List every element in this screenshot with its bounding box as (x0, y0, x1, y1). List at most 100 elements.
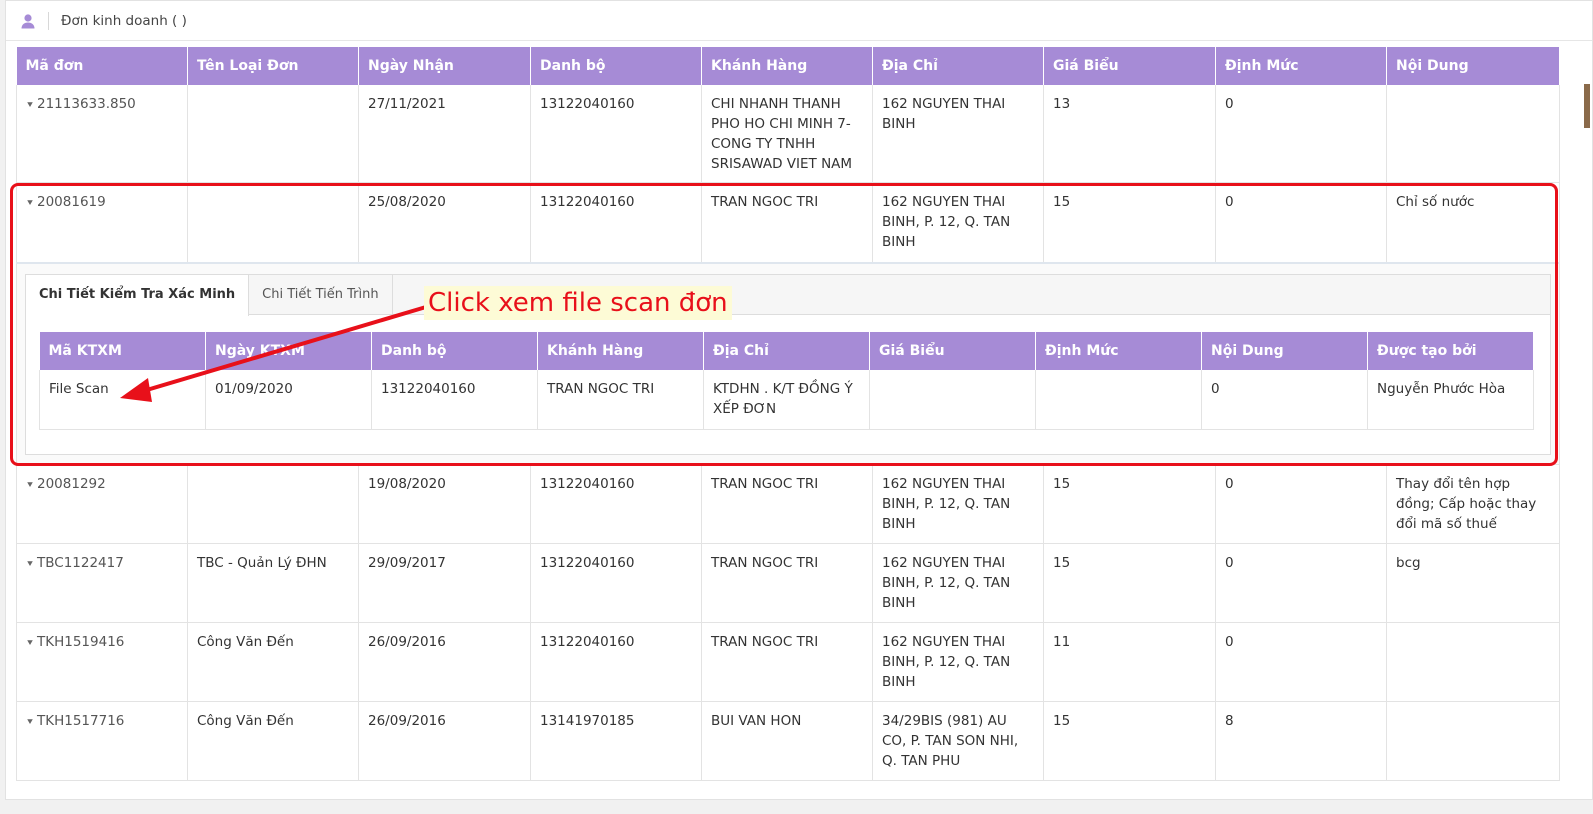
order-id[interactable]: TKH1517716 (37, 713, 124, 729)
cell: 13 (1043, 85, 1216, 183)
cell: 8 (1215, 701, 1387, 781)
col-header[interactable]: Định Mức (1035, 331, 1202, 370)
chevron-down-icon[interactable]: ⯆ (26, 480, 34, 491)
cell: 13122040160 (530, 464, 702, 544)
col-header[interactable]: Được tạo bởi (1367, 331, 1534, 370)
col-header[interactable]: Nội Dung (1386, 47, 1560, 85)
user-icon (20, 13, 36, 29)
cell: CHI NHANH THANH PHO HO CHI MINH 7- CONG … (701, 85, 873, 183)
header-divider (48, 11, 49, 30)
cell: Công Văn Đến (187, 701, 359, 781)
col-header[interactable]: Tên Loại Đơn (187, 47, 359, 85)
cell: 0 (1215, 464, 1387, 544)
cell: 13122040160 (530, 85, 702, 183)
cell (869, 369, 1036, 430)
cell: 162 NGUYEN THAI BINH, P. 12, Q. TAN BINH (872, 464, 1044, 544)
col-header[interactable]: Mã đơn (16, 47, 188, 85)
chevron-down-icon[interactable]: ⯆ (26, 198, 34, 209)
table-row: File Scan 01/09/2020 13122040160 TRAN NG… (39, 369, 1534, 430)
cell: 26/09/2016 (358, 622, 531, 702)
order-id[interactable]: 21113633.850 (37, 96, 136, 112)
order-id[interactable]: 20081619 (37, 194, 106, 210)
cell: 0 (1215, 622, 1387, 702)
cell: bcg (1386, 543, 1560, 623)
cell: 26/09/2016 (358, 701, 531, 781)
verification-header-row: Mã KTXM Ngày KTXM Danh bộ Khánh Hàng Địa… (39, 331, 1534, 370)
order-id-cell[interactable]: ⯆ TKH1519416 (16, 622, 188, 702)
cell: Chỉ số nước (1386, 182, 1560, 263)
table-row[interactable]: ⯆ TKH1517716 Công Văn Đến 26/09/2016 1314… (16, 701, 1560, 781)
order-id[interactable]: TBC1122417 (37, 555, 124, 571)
orders-header-row: Mã đơn Tên Loại Đơn Ngày Nhận Danh bộ Kh… (16, 47, 1560, 85)
cell: 0 (1215, 85, 1387, 183)
order-id-cell[interactable]: ⯆ 21113633.850 (16, 85, 188, 183)
file-scan-link[interactable]: File Scan (39, 369, 206, 430)
cell: KTDHN . K/T ĐỒNG Ý XẾP ĐƠN (703, 369, 870, 430)
order-id-cell[interactable]: ⯆ 20081292 (16, 464, 188, 544)
cell: 15 (1043, 543, 1216, 623)
detail-panel: Chi Tiết Kiểm Tra Xác Minh Chi Tiết Tiến… (25, 273, 1551, 455)
cell: 01/09/2020 (205, 369, 372, 430)
cell: 19/08/2020 (358, 464, 531, 544)
col-header[interactable]: Khánh Hàng (701, 47, 873, 85)
chevron-down-icon[interactable]: ⯆ (26, 559, 34, 570)
cell: Thay đổi tên hợp đồng; Cấp hoặc thay đổi… (1386, 464, 1560, 544)
tab-tien-trinh[interactable]: Chi Tiết Tiến Trình (249, 274, 393, 314)
chevron-down-icon[interactable]: ⯆ (26, 717, 34, 728)
cell: Công Văn Đến (187, 622, 359, 702)
cell: 11 (1043, 622, 1216, 702)
cell: 13122040160 (371, 369, 538, 430)
cell: 0 (1215, 543, 1387, 623)
cell: BUI VAN HON (701, 701, 873, 781)
cell: 162 NGUYEN THAI BINH, P. 12, Q. TAN BINH (872, 182, 1044, 263)
cell: 0 (1201, 369, 1368, 430)
col-header[interactable]: Nội Dung (1201, 331, 1368, 370)
annotation-callout: Click xem file scan đơn (424, 286, 732, 320)
cell (1386, 622, 1560, 702)
panel-header: Đơn kinh doanh ( ) (6, 1, 1592, 41)
order-id[interactable]: 20081292 (37, 476, 106, 492)
cell: 15 (1043, 464, 1216, 544)
col-header[interactable]: Giá Biểu (869, 331, 1036, 370)
order-id-cell[interactable]: ⯆ TBC1122417 (16, 543, 188, 623)
cell: 162 NGUYEN THAI BINH, P. 12, Q. TAN BINH (872, 543, 1044, 623)
col-header[interactable]: Địa Chỉ (703, 331, 870, 370)
table-row[interactable]: ⯆ TKH1519416 Công Văn Đến 26/09/2016 1312… (16, 622, 1560, 702)
chevron-down-icon[interactable]: ⯆ (26, 638, 34, 649)
col-header[interactable]: Ngày Nhận (358, 47, 531, 85)
cell: 0 (1215, 182, 1387, 263)
cell: 25/08/2020 (358, 182, 531, 263)
cell: 162 NGUYEN THAI BINH (872, 85, 1044, 183)
cell (187, 464, 359, 544)
cell: TRAN NGOC TRI (537, 369, 704, 430)
chevron-down-icon[interactable]: ⯆ (26, 100, 34, 111)
col-header[interactable]: Địa Chỉ (872, 47, 1044, 85)
cell: TBC - Quản Lý ĐHN (187, 543, 359, 623)
table-row[interactable]: ⯆ 20081619 25/08/2020 13122040160 TRAN NG… (16, 182, 1560, 263)
cell: 15 (1043, 701, 1216, 781)
tab-kiem-tra-xac-minh[interactable]: Chi Tiết Kiểm Tra Xác Minh (26, 274, 250, 316)
orders-table: Mã đơn Tên Loại Đơn Ngày Nhận Danh bộ Kh… (16, 47, 1560, 781)
table-row[interactable]: ⯆ 20081292 19/08/2020 13122040160 TRAN NG… (16, 464, 1560, 544)
cell: 15 (1043, 182, 1216, 263)
scrollbar-thumb[interactable] (1584, 84, 1590, 128)
col-header[interactable]: Định Mức (1215, 47, 1387, 85)
col-header[interactable]: Khánh Hàng (537, 331, 704, 370)
cell: 13122040160 (530, 543, 702, 623)
verification-table: Mã KTXM Ngày KTXM Danh bộ Khánh Hàng Địa… (39, 331, 1534, 430)
col-header[interactable]: Giá Biểu (1043, 47, 1216, 85)
cell: 29/09/2017 (358, 543, 531, 623)
order-id[interactable]: TKH1519416 (37, 634, 124, 650)
col-header[interactable]: Mã KTXM (39, 331, 206, 370)
order-id-cell[interactable]: ⯆ TKH1517716 (16, 701, 188, 781)
cell (1035, 369, 1202, 430)
order-id-cell[interactable]: ⯆ 20081619 (16, 182, 188, 263)
cell: TRAN NGOC TRI (701, 182, 873, 263)
col-header[interactable]: Danh bộ (371, 331, 538, 370)
table-row[interactable]: ⯆ 21113633.850 27/11/2021 13122040160 CHI… (16, 85, 1560, 183)
col-header[interactable]: Danh bộ (530, 47, 702, 85)
page-title: Đơn kinh doanh ( ) (61, 12, 187, 29)
table-row[interactable]: ⯆ TBC1122417 TBC - Quản Lý ĐHN 29/09/2017… (16, 543, 1560, 623)
cell: 27/11/2021 (358, 85, 531, 183)
col-header[interactable]: Ngày KTXM (205, 331, 372, 370)
